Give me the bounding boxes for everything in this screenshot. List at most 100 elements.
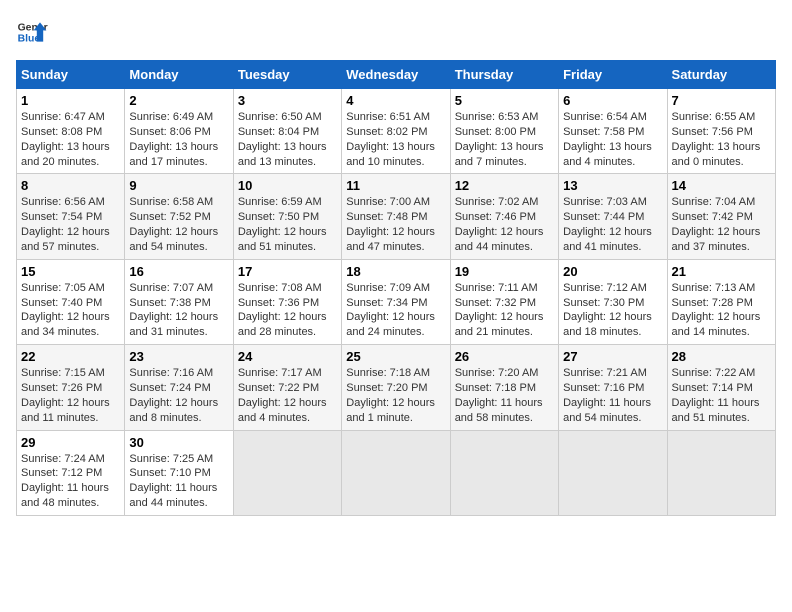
- day-info: Sunrise: 7:12 AM Sunset: 7:30 PM Dayligh…: [563, 281, 662, 340]
- calendar-cell: [342, 430, 450, 515]
- day-info: Sunrise: 6:54 AM Sunset: 7:58 PM Dayligh…: [563, 110, 662, 169]
- day-number: 3: [238, 93, 337, 108]
- day-number: 21: [672, 264, 771, 279]
- day-info: Sunrise: 6:51 AM Sunset: 8:02 PM Dayligh…: [346, 110, 445, 169]
- dow-header-saturday: Saturday: [667, 61, 775, 89]
- day-info: Sunrise: 6:53 AM Sunset: 8:00 PM Dayligh…: [455, 110, 554, 169]
- calendar-cell: [559, 430, 667, 515]
- day-info: Sunrise: 6:59 AM Sunset: 7:50 PM Dayligh…: [238, 195, 337, 254]
- day-number: 15: [21, 264, 120, 279]
- day-number: 14: [672, 178, 771, 193]
- day-info: Sunrise: 6:55 AM Sunset: 7:56 PM Dayligh…: [672, 110, 771, 169]
- day-number: 2: [129, 93, 228, 108]
- day-info: Sunrise: 7:22 AM Sunset: 7:14 PM Dayligh…: [672, 366, 771, 425]
- calendar-cell: 15 Sunrise: 7:05 AM Sunset: 7:40 PM Dayli…: [17, 259, 125, 344]
- day-info: Sunrise: 7:13 AM Sunset: 7:28 PM Dayligh…: [672, 281, 771, 340]
- calendar-week-3: 15 Sunrise: 7:05 AM Sunset: 7:40 PM Dayli…: [17, 259, 776, 344]
- day-info: Sunrise: 6:47 AM Sunset: 8:08 PM Dayligh…: [21, 110, 120, 169]
- dow-header-wednesday: Wednesday: [342, 61, 450, 89]
- day-info: Sunrise: 6:49 AM Sunset: 8:06 PM Dayligh…: [129, 110, 228, 169]
- day-info: Sunrise: 7:04 AM Sunset: 7:42 PM Dayligh…: [672, 195, 771, 254]
- calendar-cell: 27 Sunrise: 7:21 AM Sunset: 7:16 PM Dayli…: [559, 345, 667, 430]
- day-info: Sunrise: 7:21 AM Sunset: 7:16 PM Dayligh…: [563, 366, 662, 425]
- day-info: Sunrise: 7:09 AM Sunset: 7:34 PM Dayligh…: [346, 281, 445, 340]
- calendar-cell: 18 Sunrise: 7:09 AM Sunset: 7:34 PM Dayli…: [342, 259, 450, 344]
- calendar-cell: 21 Sunrise: 7:13 AM Sunset: 7:28 PM Dayli…: [667, 259, 775, 344]
- calendar-cell: 19Sunrise: 7:11 AM Sunset: 7:32 PM Dayli…: [450, 259, 558, 344]
- day-info: Sunrise: 7:24 AM Sunset: 7:12 PM Dayligh…: [21, 452, 120, 511]
- day-info: Sunrise: 7:15 AM Sunset: 7:26 PM Dayligh…: [21, 366, 120, 425]
- day-info: Sunrise: 6:58 AM Sunset: 7:52 PM Dayligh…: [129, 195, 228, 254]
- calendar-cell: 23Sunrise: 7:16 AM Sunset: 7:24 PM Dayli…: [125, 345, 233, 430]
- calendar-cell: 24Sunrise: 7:17 AM Sunset: 7:22 PM Dayli…: [233, 345, 341, 430]
- calendar-cell: 7 Sunrise: 6:55 AM Sunset: 7:56 PM Daylig…: [667, 89, 775, 174]
- calendar-table: SundayMondayTuesdayWednesdayThursdayFrid…: [16, 60, 776, 516]
- dow-header-sunday: Sunday: [17, 61, 125, 89]
- day-info: Sunrise: 7:02 AM Sunset: 7:46 PM Dayligh…: [455, 195, 554, 254]
- calendar-cell: 5 Sunrise: 6:53 AM Sunset: 8:00 PM Daylig…: [450, 89, 558, 174]
- day-number: 10: [238, 178, 337, 193]
- day-info: Sunrise: 7:00 AM Sunset: 7:48 PM Dayligh…: [346, 195, 445, 254]
- logo: General Blue: [16, 16, 48, 48]
- calendar-cell: [667, 430, 775, 515]
- calendar-cell: 30 Sunrise: 7:25 AM Sunset: 7:10 PM Dayli…: [125, 430, 233, 515]
- dow-header-tuesday: Tuesday: [233, 61, 341, 89]
- calendar-cell: 26Sunrise: 7:20 AM Sunset: 7:18 PM Dayli…: [450, 345, 558, 430]
- day-number: 6: [563, 93, 662, 108]
- calendar-week-5: 29 Sunrise: 7:24 AM Sunset: 7:12 PM Dayli…: [17, 430, 776, 515]
- day-number: 22: [21, 349, 120, 364]
- calendar-cell: 9 Sunrise: 6:58 AM Sunset: 7:52 PM Daylig…: [125, 174, 233, 259]
- day-info: Sunrise: 7:18 AM Sunset: 7:20 PM Dayligh…: [346, 366, 445, 425]
- day-info: Sunrise: 7:05 AM Sunset: 7:40 PM Dayligh…: [21, 281, 120, 340]
- day-info: Sunrise: 6:56 AM Sunset: 7:54 PM Dayligh…: [21, 195, 120, 254]
- day-number: 9: [129, 178, 228, 193]
- day-number: 25: [346, 349, 445, 364]
- day-number: 7: [672, 93, 771, 108]
- day-number: 1: [21, 93, 120, 108]
- day-number: 17: [238, 264, 337, 279]
- day-number: 18: [346, 264, 445, 279]
- day-info: Sunrise: 7:03 AM Sunset: 7:44 PM Dayligh…: [563, 195, 662, 254]
- dow-header-friday: Friday: [559, 61, 667, 89]
- calendar-cell: [233, 430, 341, 515]
- page-header: General Blue: [16, 16, 776, 48]
- day-info: Sunrise: 6:50 AM Sunset: 8:04 PM Dayligh…: [238, 110, 337, 169]
- day-number: 12: [455, 178, 554, 193]
- calendar-cell: 11 Sunrise: 7:00 AM Sunset: 7:48 PM Dayli…: [342, 174, 450, 259]
- calendar-cell: 12 Sunrise: 7:02 AM Sunset: 7:46 PM Dayli…: [450, 174, 558, 259]
- day-number: 29: [21, 435, 120, 450]
- day-number: 28: [672, 349, 771, 364]
- calendar-cell: 6 Sunrise: 6:54 AM Sunset: 7:58 PM Daylig…: [559, 89, 667, 174]
- calendar-cell: 4 Sunrise: 6:51 AM Sunset: 8:02 PM Daylig…: [342, 89, 450, 174]
- calendar-cell: 17 Sunrise: 7:08 AM Sunset: 7:36 PM Dayli…: [233, 259, 341, 344]
- day-number: 11: [346, 178, 445, 193]
- day-number: 4: [346, 93, 445, 108]
- calendar-cell: [450, 430, 558, 515]
- calendar-cell: 16 Sunrise: 7:07 AM Sunset: 7:38 PM Dayli…: [125, 259, 233, 344]
- calendar-week-4: 22 Sunrise: 7:15 AM Sunset: 7:26 PM Dayli…: [17, 345, 776, 430]
- day-number: 27: [563, 349, 662, 364]
- calendar-week-2: 8 Sunrise: 6:56 AM Sunset: 7:54 PM Daylig…: [17, 174, 776, 259]
- day-number: 19: [455, 264, 554, 279]
- day-info: Sunrise: 7:08 AM Sunset: 7:36 PM Dayligh…: [238, 281, 337, 340]
- calendar-cell: 29 Sunrise: 7:24 AM Sunset: 7:12 PM Dayli…: [17, 430, 125, 515]
- calendar-cell: 10 Sunrise: 6:59 AM Sunset: 7:50 PM Dayli…: [233, 174, 341, 259]
- calendar-cell: 22 Sunrise: 7:15 AM Sunset: 7:26 PM Dayli…: [17, 345, 125, 430]
- calendar-cell: 1 Sunrise: 6:47 AM Sunset: 8:08 PM Daylig…: [17, 89, 125, 174]
- calendar-cell: 2 Sunrise: 6:49 AM Sunset: 8:06 PM Daylig…: [125, 89, 233, 174]
- day-number: 30: [129, 435, 228, 450]
- day-number: 8: [21, 178, 120, 193]
- calendar-week-1: 1 Sunrise: 6:47 AM Sunset: 8:08 PM Daylig…: [17, 89, 776, 174]
- calendar-cell: 8 Sunrise: 6:56 AM Sunset: 7:54 PM Daylig…: [17, 174, 125, 259]
- day-number: 13: [563, 178, 662, 193]
- calendar-cell: 13 Sunrise: 7:03 AM Sunset: 7:44 PM Dayli…: [559, 174, 667, 259]
- day-number: 16: [129, 264, 228, 279]
- day-number: 24: [238, 349, 337, 364]
- day-info: Sunrise: 7:07 AM Sunset: 7:38 PM Dayligh…: [129, 281, 228, 340]
- day-number: 5: [455, 93, 554, 108]
- day-info: Sunrise: 7:25 AM Sunset: 7:10 PM Dayligh…: [129, 452, 228, 511]
- day-number: 20: [563, 264, 662, 279]
- day-number: 26: [455, 349, 554, 364]
- calendar-cell: 3 Sunrise: 6:50 AM Sunset: 8:04 PM Daylig…: [233, 89, 341, 174]
- day-info: Sunrise: 7:16 AM Sunset: 7:24 PM Dayligh…: [129, 366, 228, 425]
